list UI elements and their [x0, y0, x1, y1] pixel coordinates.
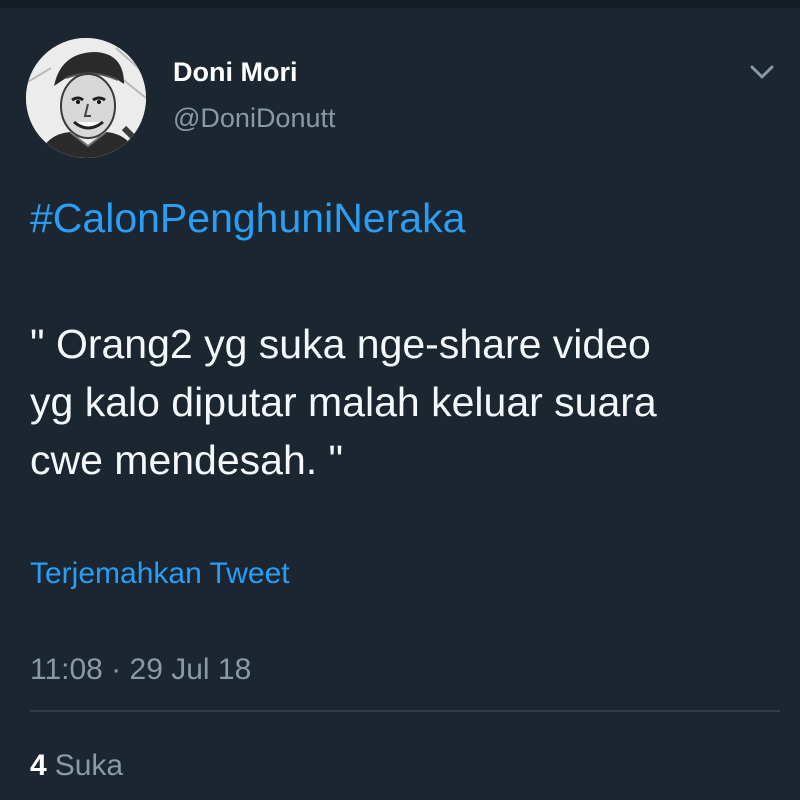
tweet-text-line: cwe mendesah. ": [30, 437, 344, 483]
divider: [30, 710, 780, 712]
chevron-down-icon: [750, 65, 774, 79]
tweet-text-line: yg kalo diputar malah keluar suara: [30, 379, 657, 425]
likes-label: Suka: [54, 749, 124, 782]
translate-tweet-link[interactable]: Terjemahkan Tweet: [30, 554, 290, 594]
likes-stat[interactable]: 4 Suka: [30, 746, 123, 786]
author-display-name[interactable]: Doni Mori: [173, 55, 297, 89]
author-handle[interactable]: @DoniDonutt: [173, 101, 336, 135]
tweet-timestamp[interactable]: 11:08 · 29 Jul 18: [30, 650, 251, 690]
tweet-menu-button[interactable]: [744, 54, 780, 90]
avatar[interactable]: [26, 38, 146, 158]
top-bar-edge: [0, 0, 800, 8]
hashtag-link[interactable]: #CalonPenghuniNeraka: [30, 192, 465, 244]
tweet-text-line: " Orang2 yg suka nge-share video: [30, 321, 651, 367]
tweet-text: " Orang2 yg suka nge-share video yg kalo…: [30, 315, 780, 489]
tweet-card: Doni Mori @DoniDonutt #CalonPenghuniNera…: [0, 8, 800, 800]
profile-photo-icon: [26, 38, 146, 158]
likes-count: 4: [30, 749, 47, 782]
